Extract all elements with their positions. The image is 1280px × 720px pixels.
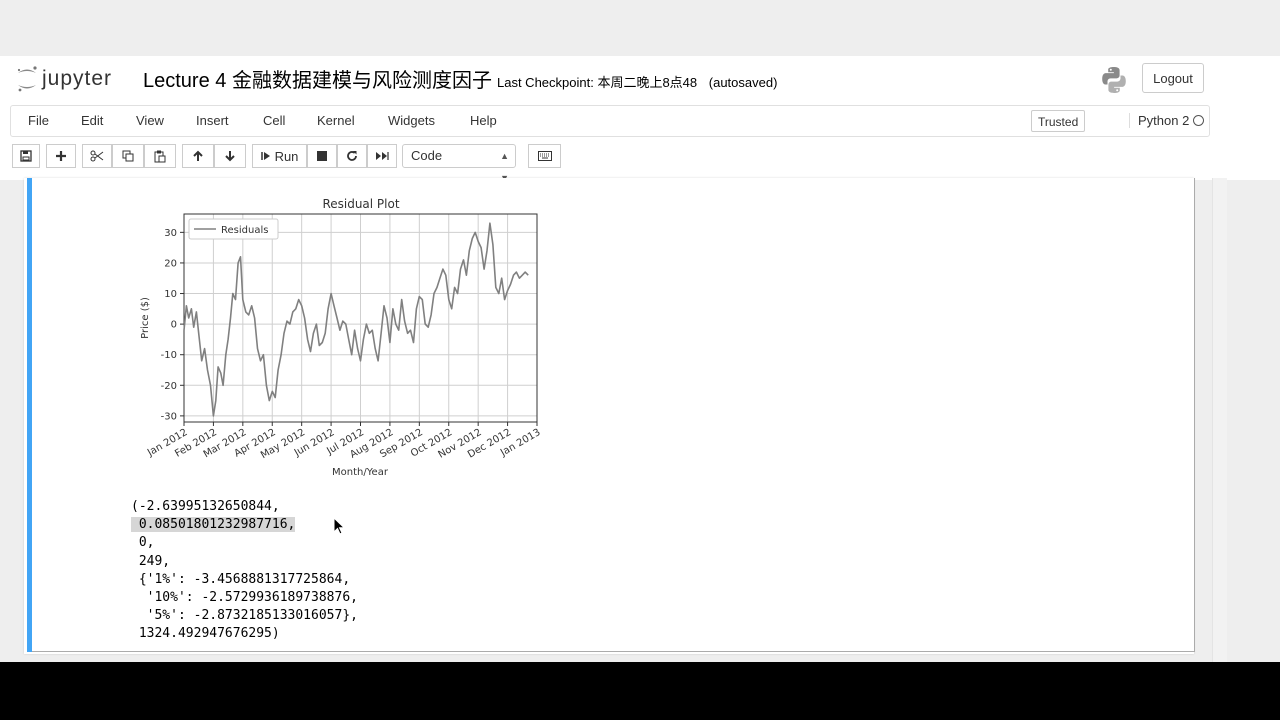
restart-run-all-button[interactable] <box>367 144 397 168</box>
menu-cell[interactable]: Cell <box>263 113 285 128</box>
y-tick-label: 30 <box>164 228 177 239</box>
output-line: 0, <box>131 535 155 551</box>
stop-icon <box>317 151 327 161</box>
menubar: File Edit View Insert Cell Kernel Widget… <box>10 105 1210 137</box>
fast-forward-icon <box>376 152 389 160</box>
screen: jupyter Lecture 4 金融数据建模与风险测度因子 Last Che… <box>0 0 1280 662</box>
output-line: '5%': -2.8732185133016057}, <box>131 608 358 624</box>
residual-plot: Residual Plot -30 -20 -10 0 10 20 30 Jan 2012 F… <box>120 190 550 490</box>
series-line-residuals <box>183 222 529 417</box>
chart-legend: Residuals <box>188 218 279 240</box>
save-button[interactable] <box>12 144 40 168</box>
menu-help[interactable]: Help <box>470 113 497 128</box>
output-line: 249, <box>131 553 171 569</box>
keyboard-icon <box>537 151 552 161</box>
run-button[interactable]: Run <box>252 144 307 168</box>
output-line: {'1%': -3.4568881317725864, <box>131 571 351 587</box>
notebook-title[interactable]: Lecture 4 金融数据建模与风险测度因子 <box>143 64 492 93</box>
plus-icon <box>56 151 66 161</box>
logout-button[interactable]: Logout <box>1142 63 1204 93</box>
interrupt-button[interactable] <box>307 144 337 168</box>
move-up-button[interactable] <box>182 144 214 168</box>
output-line: '10%': -2.5729936189738876, <box>131 589 358 605</box>
command-palette-button[interactable] <box>528 144 561 168</box>
kernel-idle-indicator-icon <box>1193 115 1204 126</box>
paste-icon <box>154 150 166 162</box>
menu-file[interactable]: File <box>28 113 49 128</box>
chart-grid <box>183 214 538 422</box>
paste-button[interactable] <box>144 144 176 168</box>
insert-cell-button[interactable] <box>46 144 76 168</box>
y-tick-label: 20 <box>164 258 177 269</box>
y-tick-label: -20 <box>161 381 177 392</box>
legend-label: Residuals <box>221 225 268 236</box>
cell-type-value: Code <box>411 148 443 163</box>
checkpoint-status: Last Checkpoint: 本周二晚上8点48 (autosaved) <box>497 72 785 91</box>
residual-chart-svg: Residual Plot -30 -20 -10 0 10 20 30 Jan 2012F… <box>140 197 543 478</box>
chart-title: Residual Plot <box>322 197 399 211</box>
y-tick-label: 0 <box>171 320 177 331</box>
kernel-name: Python 2 <box>1129 113 1189 128</box>
save-icon <box>20 150 32 162</box>
run-icon <box>260 152 270 160</box>
restart-button[interactable] <box>337 144 367 168</box>
jupyter-logo-icon <box>14 64 40 94</box>
move-down-button[interactable] <box>214 144 246 168</box>
menu-kernel[interactable]: Kernel <box>317 113 355 128</box>
notebook-scrollbar[interactable] <box>1212 178 1227 662</box>
copy-icon <box>122 150 134 162</box>
menu-widgets[interactable]: Widgets <box>388 113 435 128</box>
python-logo-icon <box>1098 64 1130 96</box>
y-axis-ticks: -30 -20 -10 0 10 20 30 <box>161 228 184 422</box>
run-label: Run <box>274 148 299 164</box>
cut-button[interactable] <box>82 144 112 168</box>
arrow-up-icon <box>193 150 203 161</box>
last-checkpoint: Last Checkpoint: 本周二晚上8点48 <box>497 75 698 90</box>
output-line: (-2.63995132650844, <box>131 499 280 514</box>
arrow-down-icon <box>225 151 235 162</box>
copy-button[interactable] <box>112 144 144 168</box>
menu-insert[interactable]: Insert <box>196 113 229 128</box>
y-axis-label: Price ($) <box>140 297 151 339</box>
y-tick-label: 10 <box>164 289 177 300</box>
trusted-badge[interactable]: Trusted <box>1031 110 1086 132</box>
y-tick-label: -30 <box>161 411 177 422</box>
jupyter-logo-text: jupyter <box>42 67 113 90</box>
x-axis-label: Month/Year <box>332 467 389 478</box>
mouse-pointer-icon <box>333 516 346 540</box>
selected-text-highlight[interactable]: 0.08501801232987716, <box>131 517 296 533</box>
cut-icon <box>90 150 104 162</box>
cell-type-select[interactable]: Code ▲▼ <box>402 144 516 183</box>
y-tick-label: -10 <box>161 350 177 361</box>
restart-icon <box>347 151 357 161</box>
x-axis-ticks: Jan 2012Feb 2012Mar 2012Apr 2012May 2012… <box>145 422 543 461</box>
autosave-status: (autosaved) <box>708 75 778 90</box>
cell-output: (-2.63995132650844, 0.08501801232987716,… <box>131 498 358 644</box>
menu-view[interactable]: View <box>136 113 164 128</box>
jupyter-logo[interactable]: jupyter <box>14 62 112 96</box>
output-line: 1324.492947676295) <box>131 626 280 642</box>
selected-cell-indicator <box>27 178 32 652</box>
output-line-selected: 0.08501801232987716, <box>131 516 358 534</box>
menu-edit[interactable]: Edit <box>81 113 103 128</box>
